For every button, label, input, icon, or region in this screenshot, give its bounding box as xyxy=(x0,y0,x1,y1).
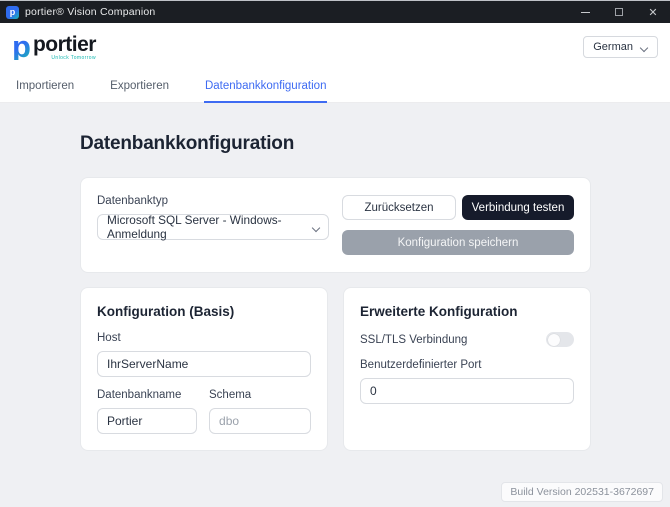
minimize-icon xyxy=(580,11,590,13)
database-type-select[interactable]: Microsoft SQL Server - Windows-Anmeldung xyxy=(97,213,329,241)
dbname-input[interactable] xyxy=(97,408,198,434)
port-label: Benutzerdefinierter Port xyxy=(360,359,482,371)
database-type-selected-value: Microsoft SQL Server - Windows-Anmeldung xyxy=(107,213,282,241)
port-field-group: Benutzerdefinierter Port xyxy=(360,359,574,404)
brand-logo-icon: p xyxy=(12,28,31,64)
host-field-group: Host xyxy=(97,332,311,377)
window-title: portier® Vision Companion xyxy=(25,6,156,18)
basic-config-title: Konfiguration (Basis) xyxy=(97,304,235,319)
language-select[interactable]: German xyxy=(583,36,658,58)
titlebar: p portier® Vision Companion ✕ xyxy=(0,1,670,23)
host-label: Host xyxy=(97,332,121,344)
app-window: p portier® Vision Companion ✕ p portier … xyxy=(0,0,670,507)
ssl-label: SSL/TLS Verbindung xyxy=(360,333,468,346)
tab-exportieren[interactable]: Exportieren xyxy=(109,71,170,103)
advanced-config-title: Erweiterte Konfiguration xyxy=(360,304,518,319)
database-type-group: Datenbanktyp Microsoft SQL Server - Wind… xyxy=(97,195,329,255)
close-icon: ✕ xyxy=(648,6,658,19)
schema-input[interactable] xyxy=(209,408,311,434)
database-type-label: Datenbanktyp xyxy=(97,195,168,207)
tabbar: Importieren Exportieren Datenbankkonfigu… xyxy=(0,71,670,103)
language-selected-value: German xyxy=(593,41,633,53)
schema-label: Schema xyxy=(209,389,252,401)
save-configuration-button[interactable]: Konfiguration speichern xyxy=(342,230,574,255)
test-connection-button[interactable]: Verbindung testen xyxy=(462,195,574,220)
page-title: Datenbankkonfiguration xyxy=(80,133,295,154)
maximize-icon xyxy=(615,8,623,16)
app-icon: p xyxy=(6,5,19,19)
dbname-label: Datenbankname xyxy=(97,389,182,401)
close-button[interactable]: ✕ xyxy=(636,1,670,23)
maximize-button[interactable] xyxy=(602,1,636,23)
config-cards-row: Konfiguration (Basis) Host Datenbankname… xyxy=(80,287,670,451)
build-version-badge: Build Version 202531-3672697 xyxy=(501,482,663,502)
basic-config-card: Konfiguration (Basis) Host Datenbankname… xyxy=(80,287,328,451)
advanced-config-card: Erweiterte Konfiguration SSL/TLS Verbind… xyxy=(343,287,591,451)
brand-name: portier xyxy=(32,32,97,56)
ssl-toggle[interactable] xyxy=(546,332,574,347)
database-actions: Zurücksetzen Verbindung testen Konfigura… xyxy=(342,195,574,255)
chevron-down-icon xyxy=(313,224,319,231)
dbname-field-group: Datenbankname xyxy=(97,389,198,434)
window-controls: ✕ xyxy=(568,1,670,23)
database-type-card: Datenbanktyp Microsoft SQL Server - Wind… xyxy=(80,177,591,273)
schema-field-group: Schema xyxy=(209,389,311,434)
ssl-toggle-row: SSL/TLS Verbindung xyxy=(360,332,574,347)
brand-logo: p portier Unlock Tomorrow xyxy=(12,28,97,64)
main-content: Datenbankkonfiguration Datenbanktyp Micr… xyxy=(0,103,670,451)
reset-button[interactable]: Zurücksetzen xyxy=(342,195,456,220)
app-header: p portier Unlock Tomorrow German xyxy=(0,23,670,71)
tab-datenbankkonfiguration[interactable]: Datenbankkonfiguration xyxy=(203,71,328,103)
host-input[interactable] xyxy=(97,351,311,377)
brand-tagline: Unlock Tomorrow xyxy=(51,54,96,61)
chevron-down-icon xyxy=(641,44,648,51)
tab-importieren[interactable]: Importieren xyxy=(15,71,75,103)
ssl-toggle-knob xyxy=(547,333,560,346)
minimize-button[interactable] xyxy=(568,1,602,23)
port-input[interactable] xyxy=(360,378,574,404)
